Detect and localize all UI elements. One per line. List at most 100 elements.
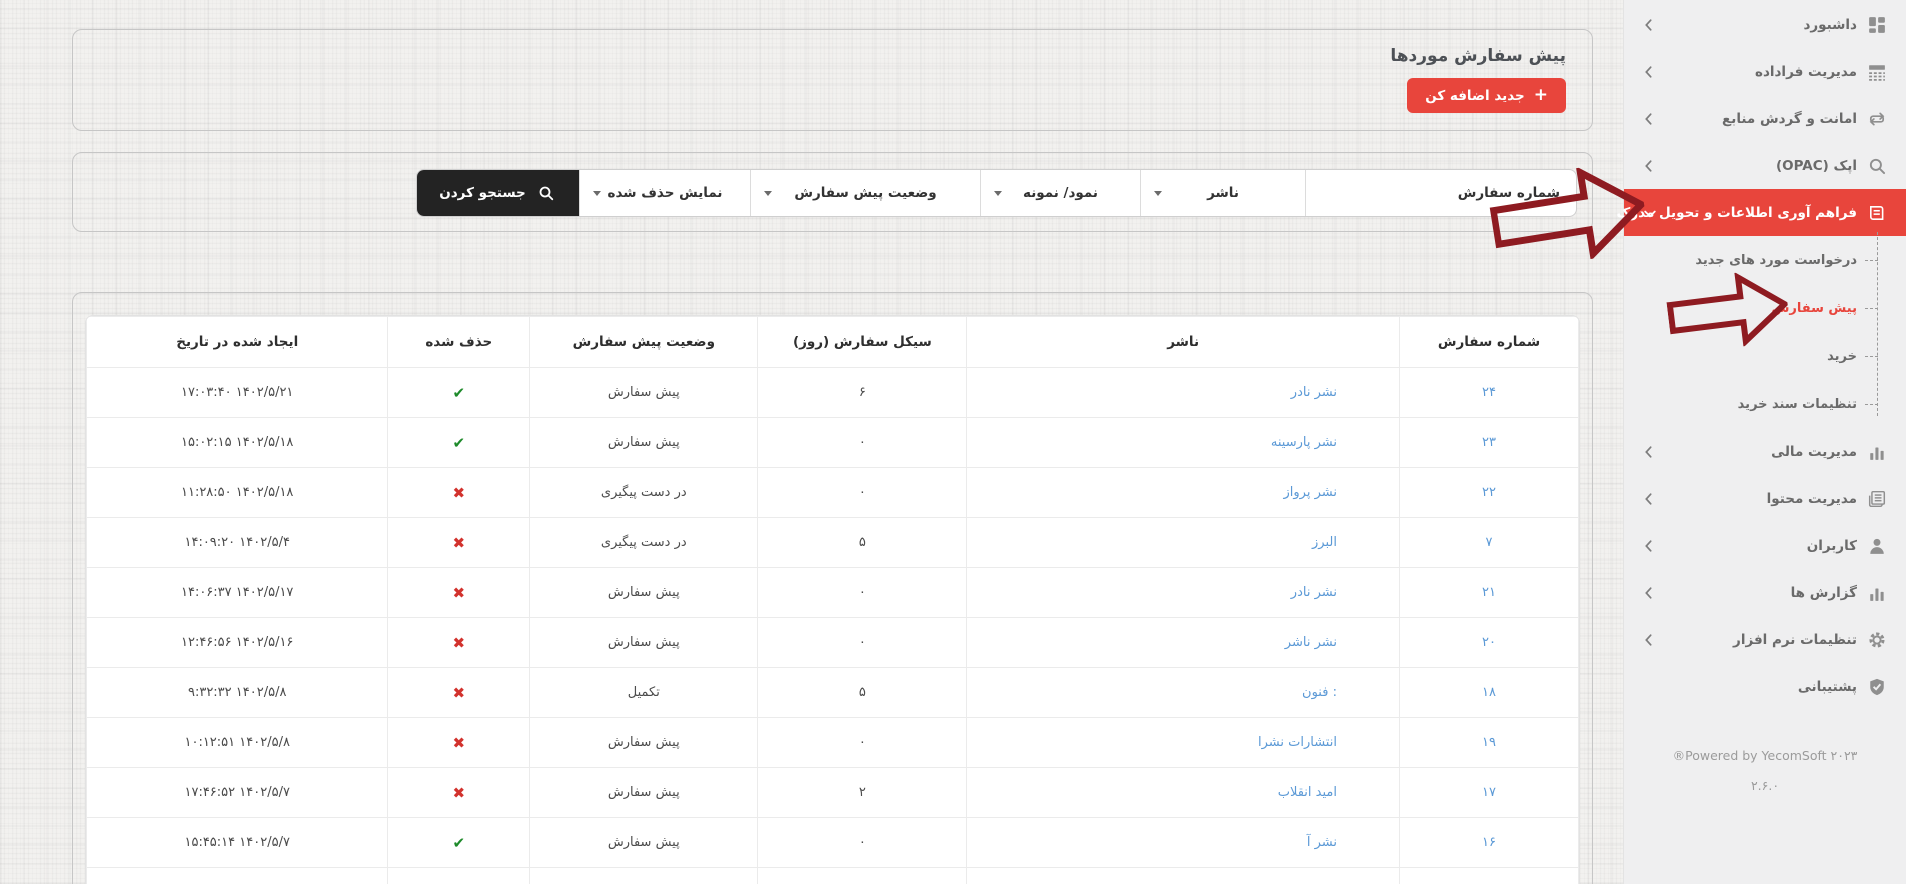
chart-icon (1868, 443, 1886, 461)
chevron-left-icon (1644, 112, 1653, 125)
cell-order-cycle: ۰ (757, 817, 968, 868)
chevron-down-icon (1154, 191, 1162, 196)
cell-order-number[interactable]: ۷ (1398, 517, 1579, 568)
chevron-left-icon (1644, 633, 1653, 646)
cell-order-cycle (757, 867, 968, 884)
cell-order-number[interactable]: ۱۹ (1398, 717, 1579, 768)
cell-deleted-flag: ✖ (387, 717, 531, 768)
sidebar-item-content-management[interactable]: مدیریت محتوا (1624, 475, 1906, 522)
cell-publisher-link[interactable]: امید انقلاب (966, 767, 1400, 818)
cell-order-number[interactable]: ۱۸ (1398, 667, 1579, 718)
cell-deleted-flag: ✔ (387, 417, 531, 468)
cell-created-date: ۱۴۰۲/۵/۱۸ ۱۵:۰۲:۱۵ (86, 417, 389, 468)
filter-bar: ناشر نمود/ نمونه وضعیت پیش سفارش نمایش ح… (416, 169, 1577, 217)
cell-publisher-link[interactable]: : فنون (966, 667, 1400, 718)
cell-created-date: ۱۴۰۲/۵/۱۸ ۱۱:۲۸:۵۰ (86, 467, 389, 518)
chevron-left-icon (1644, 539, 1653, 552)
book-icon (1868, 204, 1886, 222)
cell-preorder-status: تکمیل (529, 667, 759, 718)
cell-order-number[interactable]: ۲۱ (1398, 567, 1579, 618)
chevron-left-icon (1644, 492, 1653, 505)
cell-publisher-link[interactable] (966, 867, 1400, 884)
table-row-partial (86, 867, 1579, 884)
cell-preorder-status (529, 867, 759, 884)
cell-publisher-link[interactable]: نشر ناشر (966, 617, 1400, 668)
cell-deleted-flag: ✖ (387, 467, 531, 518)
cell-deleted-flag: ✖ (387, 667, 531, 718)
cell-publisher-link[interactable]: نشر نادر (966, 367, 1400, 418)
x-icon: ✖ (452, 533, 466, 552)
sidebar-subitem-purchase[interactable]: خرید (1624, 332, 1906, 380)
cell-deleted-flag: ✖ (387, 517, 531, 568)
add-new-button[interactable]: + جدید اضافه کن (1407, 78, 1566, 113)
col-publisher: ناشر (966, 316, 1400, 368)
cell-publisher-link[interactable]: نشر پرواز (966, 467, 1400, 518)
cell-order-cycle: ۰ (757, 567, 968, 618)
chevron-left-icon (1644, 65, 1653, 78)
cell-publisher-link[interactable]: نشر پارسینه (966, 417, 1400, 468)
search-icon (1868, 157, 1886, 175)
cell-order-number[interactable]: ۱۶ (1398, 817, 1579, 868)
order-number-input[interactable] (1306, 170, 1576, 216)
cell-order-cycle: ۵ (757, 667, 968, 718)
chart-icon (1868, 584, 1886, 602)
table-row: ۷ البرز ۵ در دست پیگیری ✖ ۱۴۰۲/۵/۴ ۱۴:۰۹… (86, 517, 1579, 568)
cell-deleted-flag: ✔ (387, 817, 531, 868)
cell-created-date: ۱۴۰۲/۵/۲۱ ۱۷:۰۳:۴۰ (86, 367, 389, 418)
cell-order-cycle: ۰ (757, 467, 968, 518)
manifestation-filter-label: نمود/ نمونه (1023, 185, 1098, 201)
sidebar-item-financial-management[interactable]: مدیریت مالی (1624, 428, 1906, 475)
user-icon (1868, 537, 1886, 555)
chevron-down-icon (994, 191, 1002, 196)
preorder-status-filter-dropdown[interactable]: وضعیت پیش سفارش (751, 170, 981, 216)
show-deleted-filter-label: نمایش حذف شده (607, 185, 723, 201)
sidebar-item-users[interactable]: کاربران (1624, 522, 1906, 569)
sidebar-item-reports[interactable]: گزارش ها (1624, 569, 1906, 616)
sidebar-item-circulation[interactable]: امانت و گردش منابع (1624, 95, 1906, 142)
cell-preorder-status: پیش سفارش (529, 717, 759, 768)
col-preorder-status: وضعیت پیش سفارش (529, 316, 759, 368)
cell-publisher-link[interactable]: نشر آ (966, 817, 1400, 868)
cell-preorder-status: پیش سفارش (529, 367, 759, 418)
sidebar-item-dashboard[interactable]: داشبورد (1624, 1, 1906, 48)
cell-publisher-link[interactable]: البرز (966, 517, 1400, 568)
dashboard-icon (1868, 16, 1886, 34)
col-deleted: حذف شده (387, 316, 531, 368)
cell-order-number[interactable]: ۲۰ (1398, 617, 1579, 668)
cell-order-number[interactable]: ۲۴ (1398, 367, 1579, 418)
sidebar-item-support[interactable]: پشتیبانی (1624, 663, 1906, 710)
publisher-filter-label: ناشر (1207, 185, 1239, 201)
cell-order-number[interactable]: ۱۷ (1398, 767, 1579, 818)
cell-order-number[interactable]: ۲۲ (1398, 467, 1579, 518)
show-deleted-filter-dropdown[interactable]: نمایش حذف شده (580, 170, 751, 216)
sidebar-item-software-settings[interactable]: تنظیمات نرم افزار (1624, 616, 1906, 663)
cell-order-number[interactable] (1398, 867, 1579, 884)
sidebar-footer: ®Powered by YecomSoft ۲۰۲۳ ۲.۶.۰ (1624, 746, 1906, 796)
col-order-number: شماره سفارش (1398, 316, 1579, 368)
table-row: ۲۳ نشر پارسینه ۰ پیش سفارش ✔ ۱۴۰۲/۵/۱۸ ۱… (86, 417, 1579, 468)
content-icon (1868, 490, 1886, 508)
table-row: ۲۱ نشر نادر ۰ پیش سفارش ✖ ۱۴۰۲/۵/۱۷ ۱۴:۰… (86, 567, 1579, 618)
cell-publisher-link[interactable]: انتشارات نشرا (966, 717, 1400, 768)
publisher-filter-dropdown[interactable]: ناشر (1141, 170, 1306, 216)
cell-created-date: ۱۴۰۲/۵/۸ ۹:۳۲:۳۲ (86, 667, 389, 718)
preorder-status-filter-label: وضعیت پیش سفارش (794, 185, 937, 201)
search-button[interactable]: جستجو کردن (417, 170, 580, 216)
table-row: ۲۲ نشر پرواز ۰ در دست پیگیری ✖ ۱۴۰۲/۵/۱۸… (86, 467, 1579, 518)
sidebar-item-metadata-management[interactable]: مدیریت فراداده (1624, 48, 1906, 95)
app-version: ۲.۶.۰ (1750, 778, 1780, 793)
cell-order-cycle: ۰ (757, 617, 968, 668)
sidebar-subitem-pre-order[interactable]: پیش سفارش (1624, 284, 1906, 332)
cell-created-date (86, 867, 389, 884)
chevron-down-icon (764, 191, 772, 196)
cell-deleted-flag: ✖ (387, 567, 531, 618)
sidebar-subitem-purchase-doc-settings[interactable]: تنظیمات سند خرید (1624, 380, 1906, 428)
manifestation-filter-dropdown[interactable]: نمود/ نمونه (981, 170, 1141, 216)
cell-preorder-status: در دست پیگیری (529, 517, 759, 568)
cell-order-cycle: ۰ (757, 717, 968, 768)
sidebar-item-acquisition-delivery[interactable]: فراهم آوری اطلاعات و تحویل مدرک (1617, 189, 1906, 236)
cell-order-number[interactable]: ۲۳ (1398, 417, 1579, 468)
cell-publisher-link[interactable]: نشر نادر (966, 567, 1400, 618)
sidebar-subitem-new-item-requests[interactable]: درخواست مورد های جدید (1624, 236, 1906, 284)
sidebar-item-opac[interactable]: اپک (OPAC) (1624, 142, 1906, 189)
